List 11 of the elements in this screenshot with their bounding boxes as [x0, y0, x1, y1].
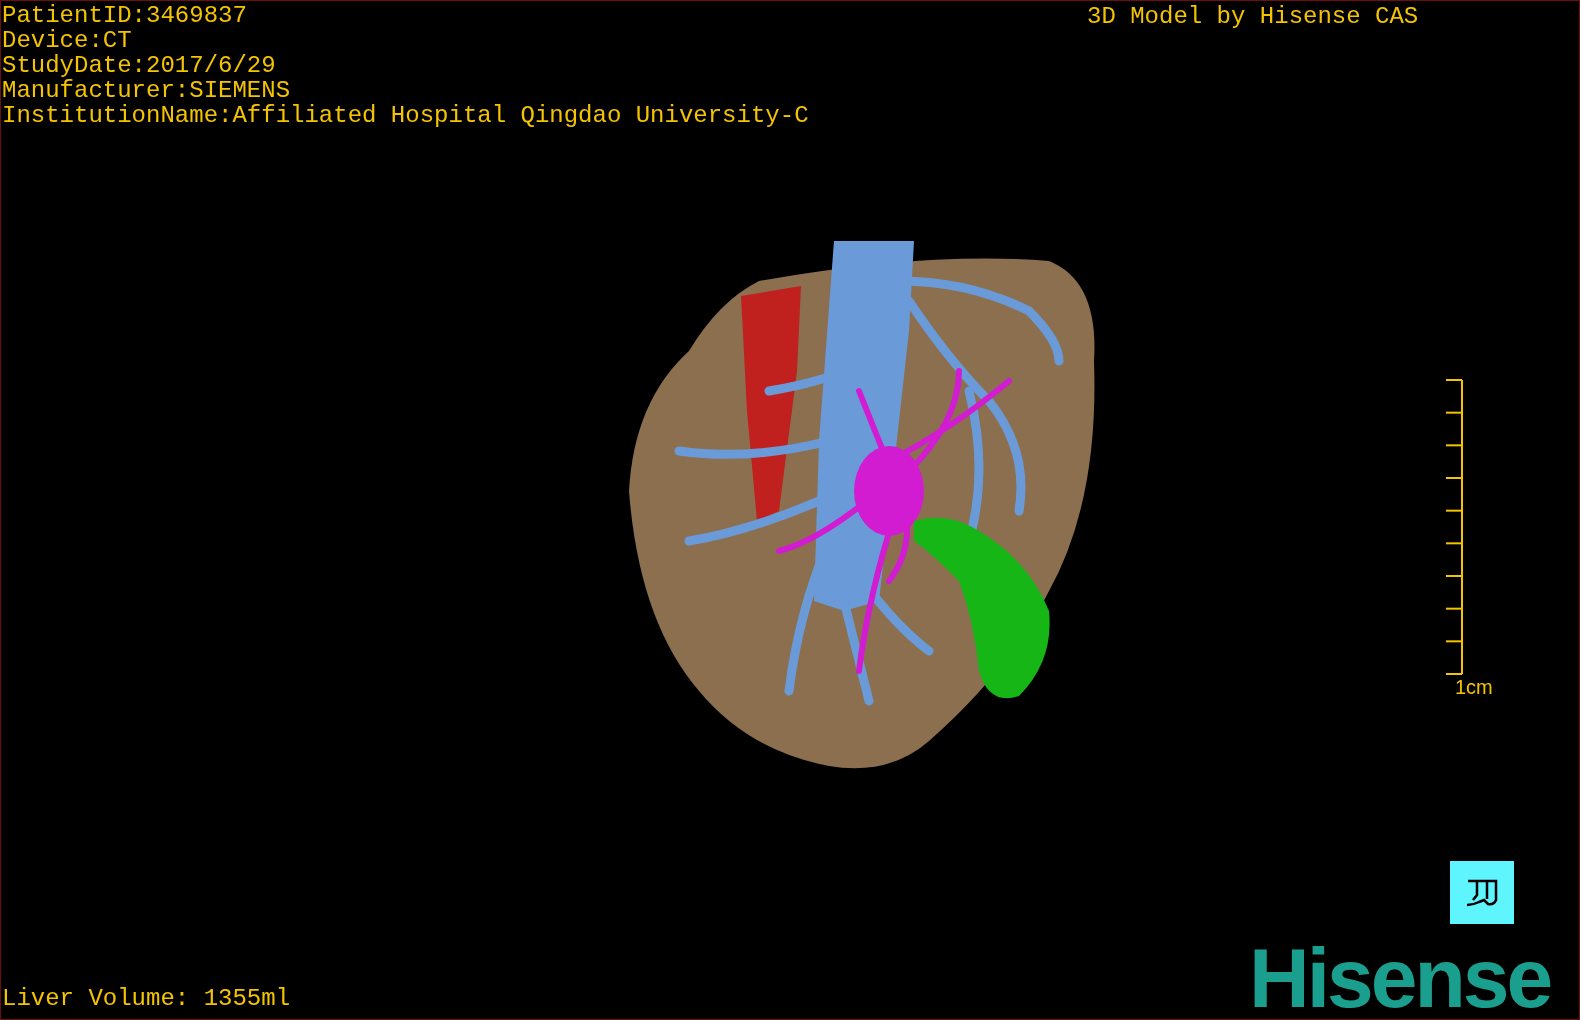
study-info-line: Manufacturer:SIEMENS: [2, 78, 292, 103]
orientation-button[interactable]: [1450, 861, 1514, 924]
liver-volume: Liver Volume: 1355ml: [2, 986, 291, 1011]
study-info-line: Device:CT: [2, 28, 133, 53]
model-credit: 3D Model by Hisense CAS: [1087, 4, 1419, 29]
study-info-line: StudyDate:2017/6/29: [2, 53, 277, 78]
figure-icon: [1465, 877, 1499, 908]
study-info-line: PatientID:3469837: [2, 3, 248, 28]
study-info-line: InstitutionName:Affiliated Hospital Qingdao University-C: [2, 103, 809, 128]
scale-bar-label: 1cm: [1455, 675, 1493, 699]
brand-logo: Hisense: [1249, 936, 1551, 1019]
